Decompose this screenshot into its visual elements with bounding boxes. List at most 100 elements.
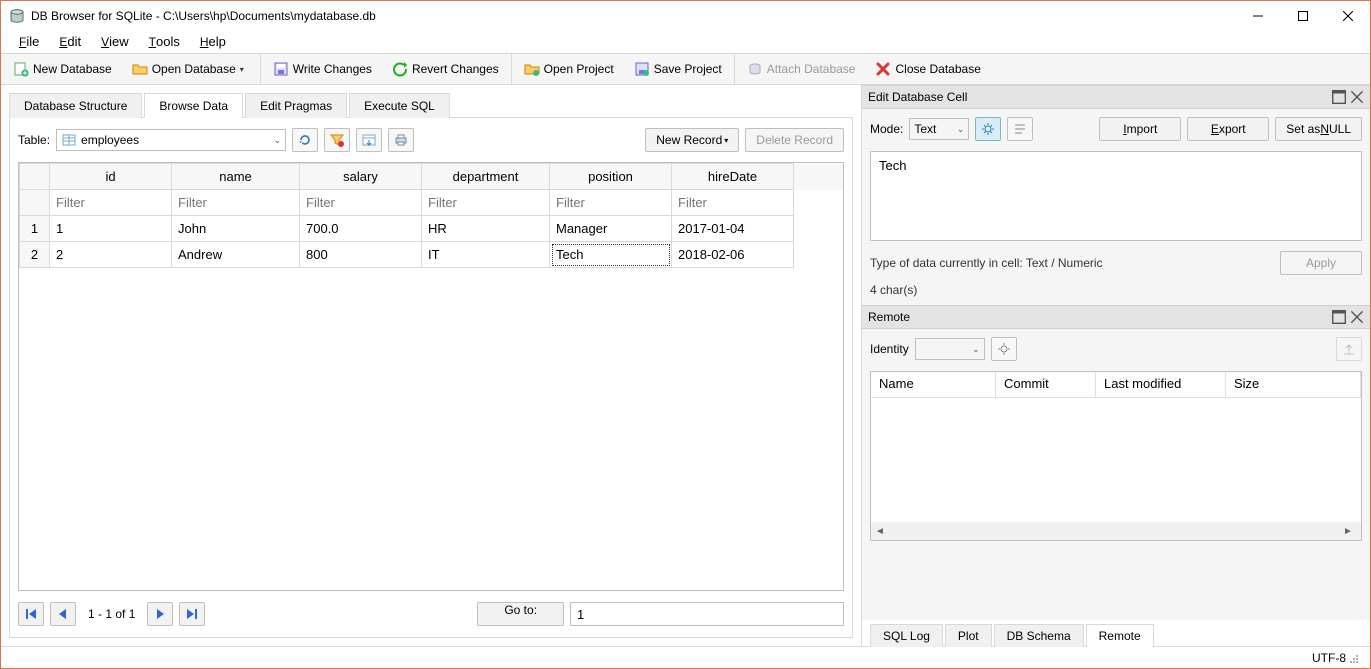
titlebar: DB Browser for SQLite - C:\Users\hp\Docu… bbox=[1, 1, 1370, 31]
new-record-button[interactable]: New Record▾ bbox=[645, 128, 739, 152]
cell-value-editor[interactable]: Tech bbox=[870, 151, 1362, 241]
cell[interactable]: HR bbox=[422, 216, 550, 242]
open-database-label: Open Database bbox=[152, 62, 236, 76]
set-null-button[interactable]: Set as NULL bbox=[1275, 117, 1362, 141]
close-database-button[interactable]: Close Database bbox=[869, 59, 986, 79]
prev-record-button[interactable] bbox=[50, 602, 76, 626]
auto-format-button[interactable] bbox=[975, 117, 1001, 141]
table-select[interactable]: employees ⌄ bbox=[56, 129, 286, 151]
close-button[interactable] bbox=[1325, 1, 1370, 31]
cell-selected[interactable]: Tech bbox=[550, 242, 672, 268]
filter-name[interactable] bbox=[172, 191, 299, 215]
cell[interactable]: 800 bbox=[300, 242, 422, 268]
write-changes-button[interactable]: Write Changes bbox=[267, 59, 378, 79]
filter-position[interactable] bbox=[550, 191, 671, 215]
col-department[interactable]: department bbox=[422, 164, 550, 190]
import-button[interactable]: Import bbox=[1099, 117, 1181, 141]
close-panel-icon[interactable] bbox=[1350, 90, 1364, 104]
row-number[interactable]: 1 bbox=[20, 216, 50, 242]
remote-title: Remote bbox=[868, 310, 910, 324]
tab-db-schema[interactable]: DB Schema bbox=[994, 624, 1084, 647]
attach-database-button[interactable]: Attach Database bbox=[741, 59, 862, 79]
refresh-button[interactable] bbox=[292, 128, 318, 152]
last-record-button[interactable] bbox=[179, 602, 205, 626]
tab-edit-pragmas[interactable]: Edit Pragmas bbox=[245, 93, 347, 118]
tab-remote[interactable]: Remote bbox=[1086, 624, 1154, 647]
minimize-button[interactable] bbox=[1235, 1, 1280, 31]
cell[interactable]: John bbox=[172, 216, 300, 242]
remote-col-commit[interactable]: Commit bbox=[996, 372, 1096, 398]
filter-department[interactable] bbox=[422, 191, 549, 215]
cell[interactable]: IT bbox=[422, 242, 550, 268]
open-database-dropdown-icon[interactable]: ▾ bbox=[240, 65, 248, 74]
gear-icon bbox=[996, 341, 1012, 357]
row-number[interactable]: 2 bbox=[20, 242, 50, 268]
col-name[interactable]: name bbox=[172, 164, 300, 190]
tab-sql-log[interactable]: SQL Log bbox=[870, 624, 943, 647]
edit-cell-title: Edit Database Cell bbox=[868, 90, 967, 104]
menu-edit[interactable]: Edit bbox=[51, 32, 89, 51]
open-database-icon bbox=[132, 61, 148, 77]
goto-button[interactable]: Go to: bbox=[477, 602, 564, 626]
scroll-right-icon[interactable]: ► bbox=[1343, 526, 1357, 537]
filter-hiredate[interactable] bbox=[672, 191, 793, 215]
cell[interactable]: Andrew bbox=[172, 242, 300, 268]
save-table-button[interactable] bbox=[356, 128, 382, 152]
tab-browse-data[interactable]: Browse Data bbox=[144, 93, 243, 118]
remote-col-lastmod[interactable]: Last modified bbox=[1096, 372, 1226, 398]
cell[interactable]: 2017-01-04 bbox=[672, 216, 794, 242]
apply-button[interactable]: Apply bbox=[1280, 251, 1362, 275]
cell[interactable]: 2 bbox=[50, 242, 172, 268]
dock-undock-icon[interactable] bbox=[1332, 90, 1346, 104]
col-hiredate[interactable]: hireDate bbox=[672, 164, 794, 190]
first-record-button[interactable] bbox=[18, 602, 44, 626]
scroll-left-icon[interactable]: ◄ bbox=[875, 526, 889, 537]
identity-settings-button[interactable] bbox=[991, 337, 1017, 361]
export-button[interactable]: Export bbox=[1187, 117, 1269, 141]
close-panel-icon[interactable] bbox=[1350, 310, 1364, 324]
menu-view[interactable]: View bbox=[93, 32, 137, 51]
open-database-button[interactable]: Open Database ▾ bbox=[126, 59, 254, 79]
tab-execute-sql[interactable]: Execute SQL bbox=[349, 93, 450, 118]
main-tabs: Database Structure Browse Data Edit Prag… bbox=[9, 91, 853, 117]
chevron-down-icon: ⌄ bbox=[273, 135, 281, 146]
col-salary[interactable]: salary bbox=[300, 164, 422, 190]
menu-file[interactable]: File bbox=[11, 32, 47, 51]
save-project-button[interactable]: Save Project bbox=[628, 59, 728, 79]
filter-salary[interactable] bbox=[300, 191, 421, 215]
delete-record-button[interactable]: Delete Record bbox=[745, 128, 844, 152]
cell[interactable]: 1 bbox=[50, 216, 172, 242]
col-position[interactable]: position bbox=[550, 164, 672, 190]
cell[interactable]: 2018-02-06 bbox=[672, 242, 794, 268]
open-project-button[interactable]: Open Project bbox=[518, 59, 620, 79]
filter-id[interactable] bbox=[50, 191, 171, 215]
identity-select[interactable]: ⌄ bbox=[915, 338, 985, 360]
next-record-button[interactable] bbox=[147, 602, 173, 626]
tab-database-structure[interactable]: Database Structure bbox=[9, 93, 142, 118]
remote-col-size[interactable]: Size bbox=[1226, 372, 1361, 398]
col-id[interactable]: id bbox=[50, 164, 172, 190]
menu-tools[interactable]: Tools bbox=[141, 32, 188, 51]
new-database-button[interactable]: New Database bbox=[7, 59, 118, 79]
push-button[interactable] bbox=[1336, 337, 1362, 361]
cell[interactable]: 700.0 bbox=[300, 216, 422, 242]
dock-undock-icon[interactable] bbox=[1332, 310, 1346, 324]
remote-col-name[interactable]: Name bbox=[871, 372, 996, 398]
resize-grip-icon[interactable] bbox=[1346, 651, 1360, 665]
remote-hscrollbar[interactable]: ◄ ► bbox=[871, 522, 1361, 540]
cell[interactable]: Manager bbox=[550, 216, 672, 242]
clear-filters-button[interactable] bbox=[324, 128, 350, 152]
tab-plot[interactable]: Plot bbox=[945, 624, 992, 647]
text-icon bbox=[1012, 121, 1028, 137]
mode-select[interactable]: Text ⌄ bbox=[909, 118, 969, 140]
print-button[interactable] bbox=[388, 128, 414, 152]
maximize-button[interactable] bbox=[1280, 1, 1325, 31]
grid-empty-area[interactable] bbox=[19, 268, 843, 590]
menu-help[interactable]: Help bbox=[192, 32, 234, 51]
goto-input[interactable] bbox=[570, 602, 844, 626]
close-database-icon bbox=[875, 61, 891, 77]
edit-cell-header: Edit Database Cell bbox=[862, 85, 1370, 109]
revert-changes-button[interactable]: Revert Changes bbox=[386, 59, 505, 79]
text-format-button[interactable] bbox=[1007, 117, 1033, 141]
new-database-label: New Database bbox=[33, 62, 112, 76]
